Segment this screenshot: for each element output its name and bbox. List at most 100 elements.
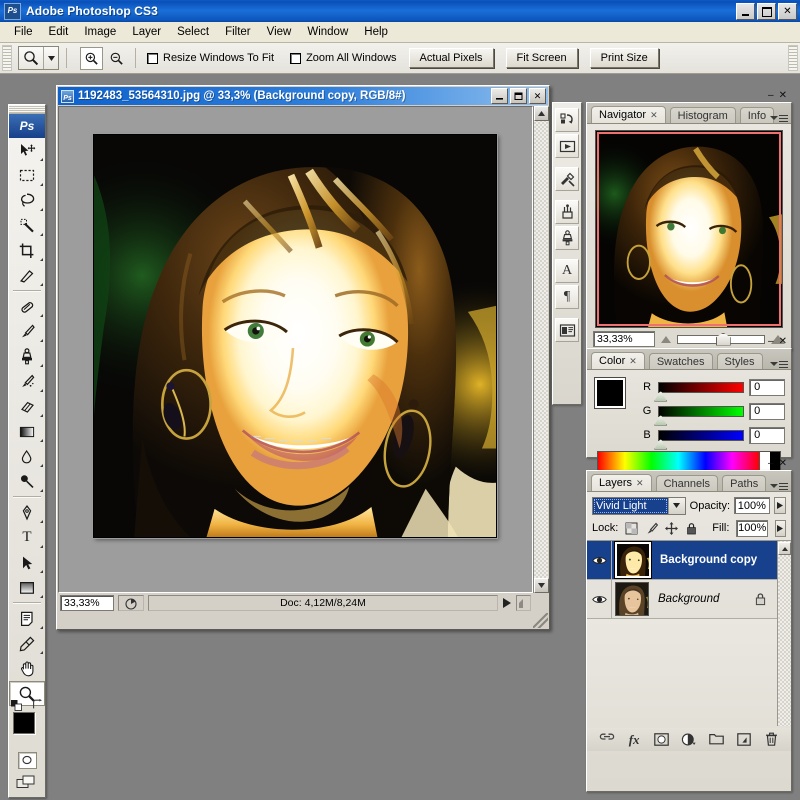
new-group-icon[interactable]	[707, 730, 725, 748]
opacity-stepper[interactable]	[773, 497, 786, 514]
add-layer-mask-icon[interactable]	[653, 730, 671, 748]
tool-path-selection[interactable]	[9, 550, 45, 575]
color-spectrum-ramp[interactable]	[597, 451, 781, 471]
tool-preset-dropdown-arrow[interactable]	[43, 47, 58, 69]
tool-hand[interactable]	[9, 656, 45, 681]
tab-navigator[interactable]: Navigator ✕	[591, 106, 666, 123]
zoom-all-windows-option[interactable]: Zoom All Windows	[290, 52, 397, 64]
clone-source-icon[interactable]	[555, 226, 579, 250]
layer-style-fx-icon[interactable]: fx	[625, 730, 643, 748]
fill-stepper[interactable]	[774, 519, 786, 537]
document-horizontal-scrollbar[interactable]	[58, 612, 533, 628]
standard-mode-icon[interactable]	[17, 751, 37, 769]
zoom-out-button[interactable]	[105, 47, 128, 70]
layer-comps-icon[interactable]	[555, 318, 579, 342]
document-maximize-button[interactable]	[510, 88, 527, 104]
tool-dodge[interactable]	[9, 469, 45, 494]
close-icon[interactable]: ✕	[650, 110, 658, 121]
layers-scrollbar[interactable]	[777, 541, 791, 726]
menu-select[interactable]: Select	[169, 24, 217, 40]
tool-brush[interactable]	[9, 319, 45, 344]
delete-layer-icon[interactable]	[762, 730, 780, 748]
minimize-button[interactable]	[736, 3, 755, 20]
document-vertical-scrollbar[interactable]	[533, 106, 549, 593]
document-close-button[interactable]: ✕	[529, 88, 546, 104]
panel-close-icon[interactable]: ✕	[779, 458, 787, 469]
document-resize-grip[interactable]	[533, 613, 548, 628]
tool-marquee[interactable]	[9, 163, 45, 188]
color-panel-menu-button[interactable]	[770, 360, 788, 368]
navigator-panel-menu-button[interactable]	[770, 114, 788, 122]
tool-history-brush[interactable]	[9, 369, 45, 394]
panel-minimize-icon[interactable]: –	[768, 336, 774, 347]
layer-thumbnail[interactable]	[614, 541, 652, 579]
tool-eyedropper[interactable]	[9, 631, 45, 656]
brushes-icon[interactable]	[555, 200, 579, 224]
lock-position-icon[interactable]	[665, 521, 679, 535]
menu-window[interactable]: Window	[299, 24, 356, 40]
maximize-button[interactable]	[757, 3, 776, 20]
tab-histogram[interactable]: Histogram	[669, 107, 736, 123]
menu-view[interactable]: View	[259, 24, 300, 40]
zoom-out-icon[interactable]	[661, 335, 671, 343]
tab-color[interactable]: Color ✕	[591, 352, 645, 369]
layer-thumbnail[interactable]	[615, 582, 649, 616]
foreground-color-swatch[interactable]	[13, 712, 35, 734]
paragraph-icon[interactable]: ¶	[555, 285, 579, 309]
tab-channels[interactable]: Channels	[655, 475, 719, 491]
tool-lasso[interactable]	[9, 188, 45, 213]
swap-colors-icon[interactable]	[32, 699, 43, 713]
layer-name[interactable]: Background	[658, 593, 719, 605]
character-icon[interactable]: A	[555, 259, 579, 283]
tool-magic-wand[interactable]	[9, 213, 45, 238]
red-value-field[interactable]: 0	[749, 378, 785, 396]
scroll-down-button[interactable]	[534, 578, 549, 593]
tab-swatches[interactable]: Swatches	[648, 353, 713, 369]
menu-help[interactable]: Help	[356, 24, 396, 40]
lock-all-icon[interactable]	[685, 521, 698, 535]
tool-clone-stamp[interactable]	[9, 344, 45, 369]
menu-image[interactable]: Image	[76, 24, 124, 40]
close-button[interactable]: ✕	[778, 3, 797, 20]
close-icon[interactable]: ✕	[629, 356, 637, 367]
red-slider[interactable]	[654, 381, 745, 402]
zoom-in-button[interactable]	[80, 46, 103, 70]
blue-value-field[interactable]: 0	[749, 426, 785, 444]
menu-filter[interactable]: Filter	[217, 24, 259, 40]
actions-play-icon[interactable]	[555, 134, 579, 158]
tool-preset-picker[interactable]	[18, 46, 59, 70]
color-foreground-swatch[interactable]	[594, 377, 626, 409]
panel-close-icon[interactable]: ✕	[779, 90, 787, 101]
tool-slice[interactable]	[9, 263, 45, 288]
canvas-area[interactable]	[58, 106, 533, 593]
actual-pixels-button[interactable]: Actual Pixels	[408, 48, 494, 68]
lock-transparent-pixels-icon[interactable]	[625, 521, 638, 535]
options-bar-palette-well[interactable]	[788, 45, 798, 71]
screen-mode-icon[interactable]	[14, 775, 40, 790]
navigator-thumbnail[interactable]	[595, 130, 783, 328]
tool-gradient[interactable]	[9, 419, 45, 444]
panel-minimize-icon[interactable]: –	[768, 90, 774, 101]
tool-crop[interactable]	[9, 238, 45, 263]
preview-options-button[interactable]	[118, 595, 144, 611]
scroll-up-button[interactable]	[534, 106, 549, 121]
layers-empty-area[interactable]	[587, 619, 791, 728]
tool-presets-icon[interactable]	[555, 167, 579, 191]
layers-panel-menu-button[interactable]	[770, 482, 788, 490]
adjustment-layer-icon[interactable]	[680, 730, 698, 748]
lock-image-pixels-icon[interactable]	[645, 521, 659, 535]
tool-healing-brush[interactable]	[9, 294, 45, 319]
close-icon[interactable]: ✕	[636, 478, 644, 489]
layer-visibility-toggle[interactable]	[587, 580, 612, 618]
panel-minimize-icon[interactable]: –	[768, 458, 774, 469]
options-bar-gripper[interactable]	[2, 45, 12, 71]
fill-value-field[interactable]: 100%	[736, 519, 768, 537]
tool-pen[interactable]	[9, 500, 45, 525]
tool-type[interactable]: T	[9, 525, 45, 550]
fit-screen-button[interactable]: Fit Screen	[505, 48, 578, 68]
zoom-level-field[interactable]: 33,33%	[60, 595, 114, 611]
history-icon[interactable]	[555, 108, 579, 132]
tool-eraser[interactable]	[9, 394, 45, 419]
tab-layers[interactable]: Layers ✕	[591, 474, 652, 491]
layer-name[interactable]: Background copy	[660, 554, 757, 566]
